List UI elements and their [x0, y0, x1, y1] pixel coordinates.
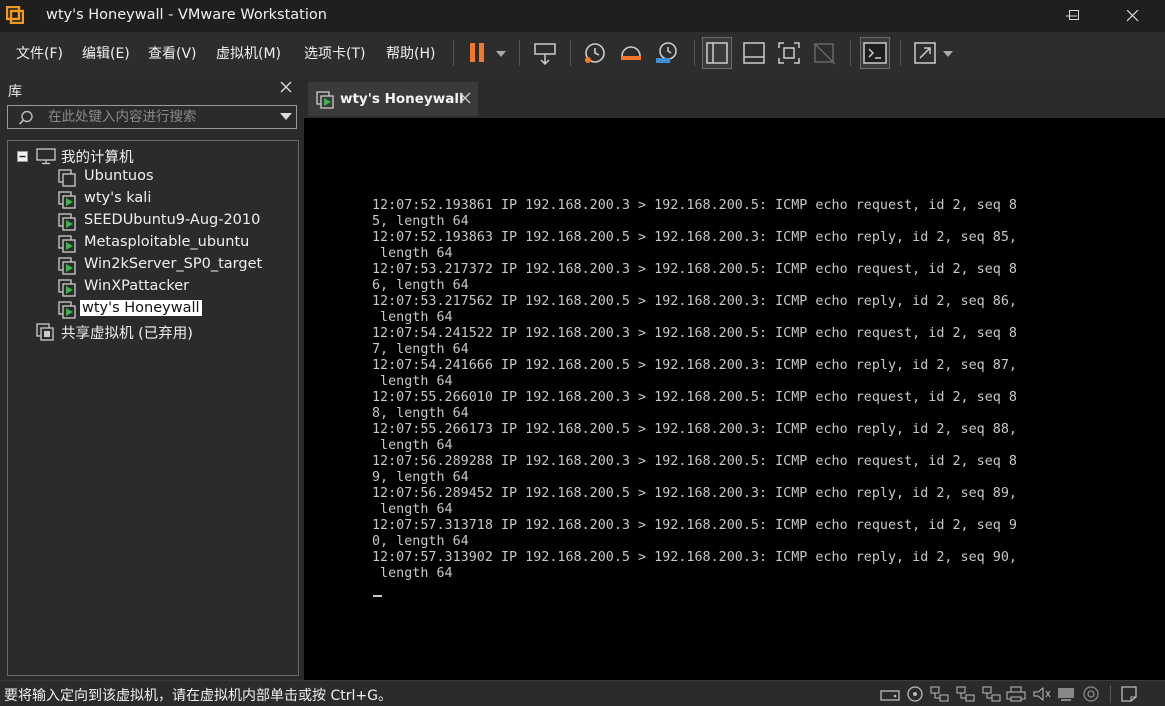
computer-icon: [36, 148, 56, 165]
maximize-icon: [1069, 10, 1079, 20]
network-adapter-3-icon[interactable]: [982, 686, 1002, 702]
library-panel-icon: [706, 42, 728, 64]
stretch-guest-button[interactable]: [911, 38, 957, 68]
vm-item-win2kserver[interactable]: Win2kServer_SP0_target: [58, 255, 288, 277]
status-separator: [1110, 685, 1111, 703]
menu-edit[interactable]: 编辑(E): [82, 43, 130, 63]
snapshot-button[interactable]: [582, 38, 608, 68]
show-thumbnail-bar-button[interactable]: [740, 38, 768, 68]
status-bar: 要将输入定向到该虚拟机，请在虚拟机内部单击或按 Ctrl+G。: [0, 680, 1165, 706]
vm-item-metasploitable[interactable]: Metasploitable_ubuntu: [58, 233, 288, 255]
toolbar-separator: [850, 40, 851, 66]
vm-console[interactable]: 12:07:52.193861 IP 192.168.200.3 > 192.1…: [304, 118, 1165, 680]
message-log-icon[interactable]: [1120, 686, 1138, 702]
vm-running-icon: [316, 91, 334, 109]
toolbar-separator: [570, 40, 571, 66]
vm-tree: 我的计算机 Ubuntuos wty's kali SEEDUbuntu9-Au…: [7, 140, 299, 676]
tree-root-label: 我的计算机: [61, 150, 134, 166]
pause-icon: [470, 43, 506, 62]
revert-snapshot-icon: [621, 46, 641, 60]
vm-running-icon: [58, 257, 76, 275]
vm-item-ubuntuos[interactable]: Ubuntuos: [58, 167, 288, 189]
stretch-icon: [914, 42, 953, 64]
menu-toolbar: 文件(F) 编辑(E) 查看(V) 虚拟机(M) 选项卡(T) 帮助(H): [0, 32, 1165, 74]
vm-running-icon: [58, 279, 76, 297]
tree-root-my-computer[interactable]: 我的计算机: [8, 145, 298, 167]
full-screen-button[interactable]: [775, 38, 803, 68]
show-library-button[interactable]: [702, 37, 732, 69]
console-view-button[interactable]: [860, 37, 890, 69]
title-bar: wty's Honeywall - VMware Workstation: [0, 0, 1165, 32]
snapshot-clock-icon: [585, 43, 605, 63]
shared-vm-icon: [36, 323, 54, 341]
vmware-logo-icon: [6, 6, 24, 24]
vm-running-icon: [58, 301, 76, 319]
console-cursor: [373, 595, 382, 597]
menu-vm[interactable]: 虚拟机(M): [216, 43, 281, 63]
snapshot-manager-icon: [656, 42, 677, 63]
vm-item-seedubuntu[interactable]: SEEDUbuntu9-Aug-2010: [58, 211, 288, 233]
chevron-down-icon[interactable]: [280, 113, 292, 121]
network-adapter-2-icon[interactable]: [956, 686, 976, 702]
vm-item-label: wty's Honeywall: [80, 300, 202, 316]
send-keys-icon: [534, 43, 556, 66]
library-panel: 库 我的计算机: [0, 74, 302, 680]
terminal-icon: [863, 42, 887, 64]
tab-close-icon[interactable]: [459, 92, 471, 104]
vm-item-label: Metasploitable_ubuntu: [84, 234, 250, 250]
toolbar-separator: [900, 40, 901, 66]
maximize-button[interactable]: [1052, 0, 1098, 32]
vm-running-icon: [58, 213, 76, 231]
snapshot-manager-button[interactable]: [654, 38, 680, 68]
vm-running-icon: [58, 191, 76, 209]
menu-file[interactable]: 文件(F): [16, 43, 63, 63]
vm-item-label: WinXPattacker: [84, 278, 190, 294]
printer-icon[interactable]: [1006, 686, 1026, 702]
cd-dvd-icon[interactable]: [906, 686, 924, 702]
unity-button[interactable]: [811, 38, 839, 68]
hard-disk-icon[interactable]: [880, 686, 900, 702]
sound-card-icon[interactable]: [1032, 686, 1052, 702]
vm-tab-strip: wty's Honeywall: [304, 74, 1165, 118]
library-title: 库: [8, 84, 22, 100]
library-close-icon[interactable]: [279, 80, 293, 94]
collapse-icon[interactable]: [17, 151, 28, 162]
menu-tabs[interactable]: 选项卡(T): [304, 43, 365, 63]
tree-shared-label: 共享虚拟机 (已弃用): [61, 326, 193, 342]
unity-disabled-icon: [814, 43, 836, 65]
display-icon[interactable]: [1056, 686, 1076, 702]
full-screen-icon: [778, 42, 800, 64]
network-adapter-icon[interactable]: [930, 686, 950, 702]
vm-item-label: Win2kServer_SP0_target: [84, 256, 263, 272]
search-input[interactable]: [48, 108, 268, 126]
revert-snapshot-button[interactable]: [618, 38, 644, 68]
vm-stopped-icon: [58, 169, 76, 187]
toolbar-separator: [453, 40, 454, 66]
console-output: 12:07:52.193861 IP 192.168.200.3 > 192.1…: [372, 198, 1017, 581]
vm-item-wty-kali[interactable]: wty's kali: [58, 189, 288, 211]
status-message: 要将输入定向到该虚拟机，请在虚拟机内部单击或按 Ctrl+G。: [4, 688, 392, 704]
toolbar-separator: [694, 40, 695, 66]
vm-item-label: wty's kali: [84, 190, 152, 206]
menu-view[interactable]: 查看(V): [148, 43, 197, 63]
close-icon: [1127, 10, 1139, 22]
search-icon: [18, 110, 33, 125]
vm-item-label: Ubuntuos: [84, 168, 154, 184]
send-ctrl-alt-del-button[interactable]: [533, 38, 559, 68]
pause-button[interactable]: [466, 38, 510, 68]
tab-wty-honeywall[interactable]: wty's Honeywall: [308, 82, 478, 116]
menu-help[interactable]: 帮助(H): [386, 43, 435, 63]
tree-shared-vms[interactable]: 共享虚拟机 (已弃用): [36, 321, 286, 343]
thumbnail-bar-icon: [743, 42, 765, 64]
library-search-box[interactable]: [7, 105, 297, 129]
window-title: wty's Honeywall - VMware Workstation: [46, 7, 327, 23]
vm-running-icon: [58, 235, 76, 253]
vm-item-winxpattacker[interactable]: WinXPattacker: [58, 277, 288, 299]
close-button[interactable]: [1110, 0, 1156, 32]
vm-item-wty-honeywall[interactable]: wty's Honeywall: [58, 299, 288, 321]
tab-label: wty's Honeywall: [340, 91, 464, 107]
vm-item-label: SEEDUbuntu9-Aug-2010: [84, 212, 261, 228]
usb-device-icon[interactable]: [1082, 686, 1100, 702]
toolbar-separator: [519, 40, 520, 66]
